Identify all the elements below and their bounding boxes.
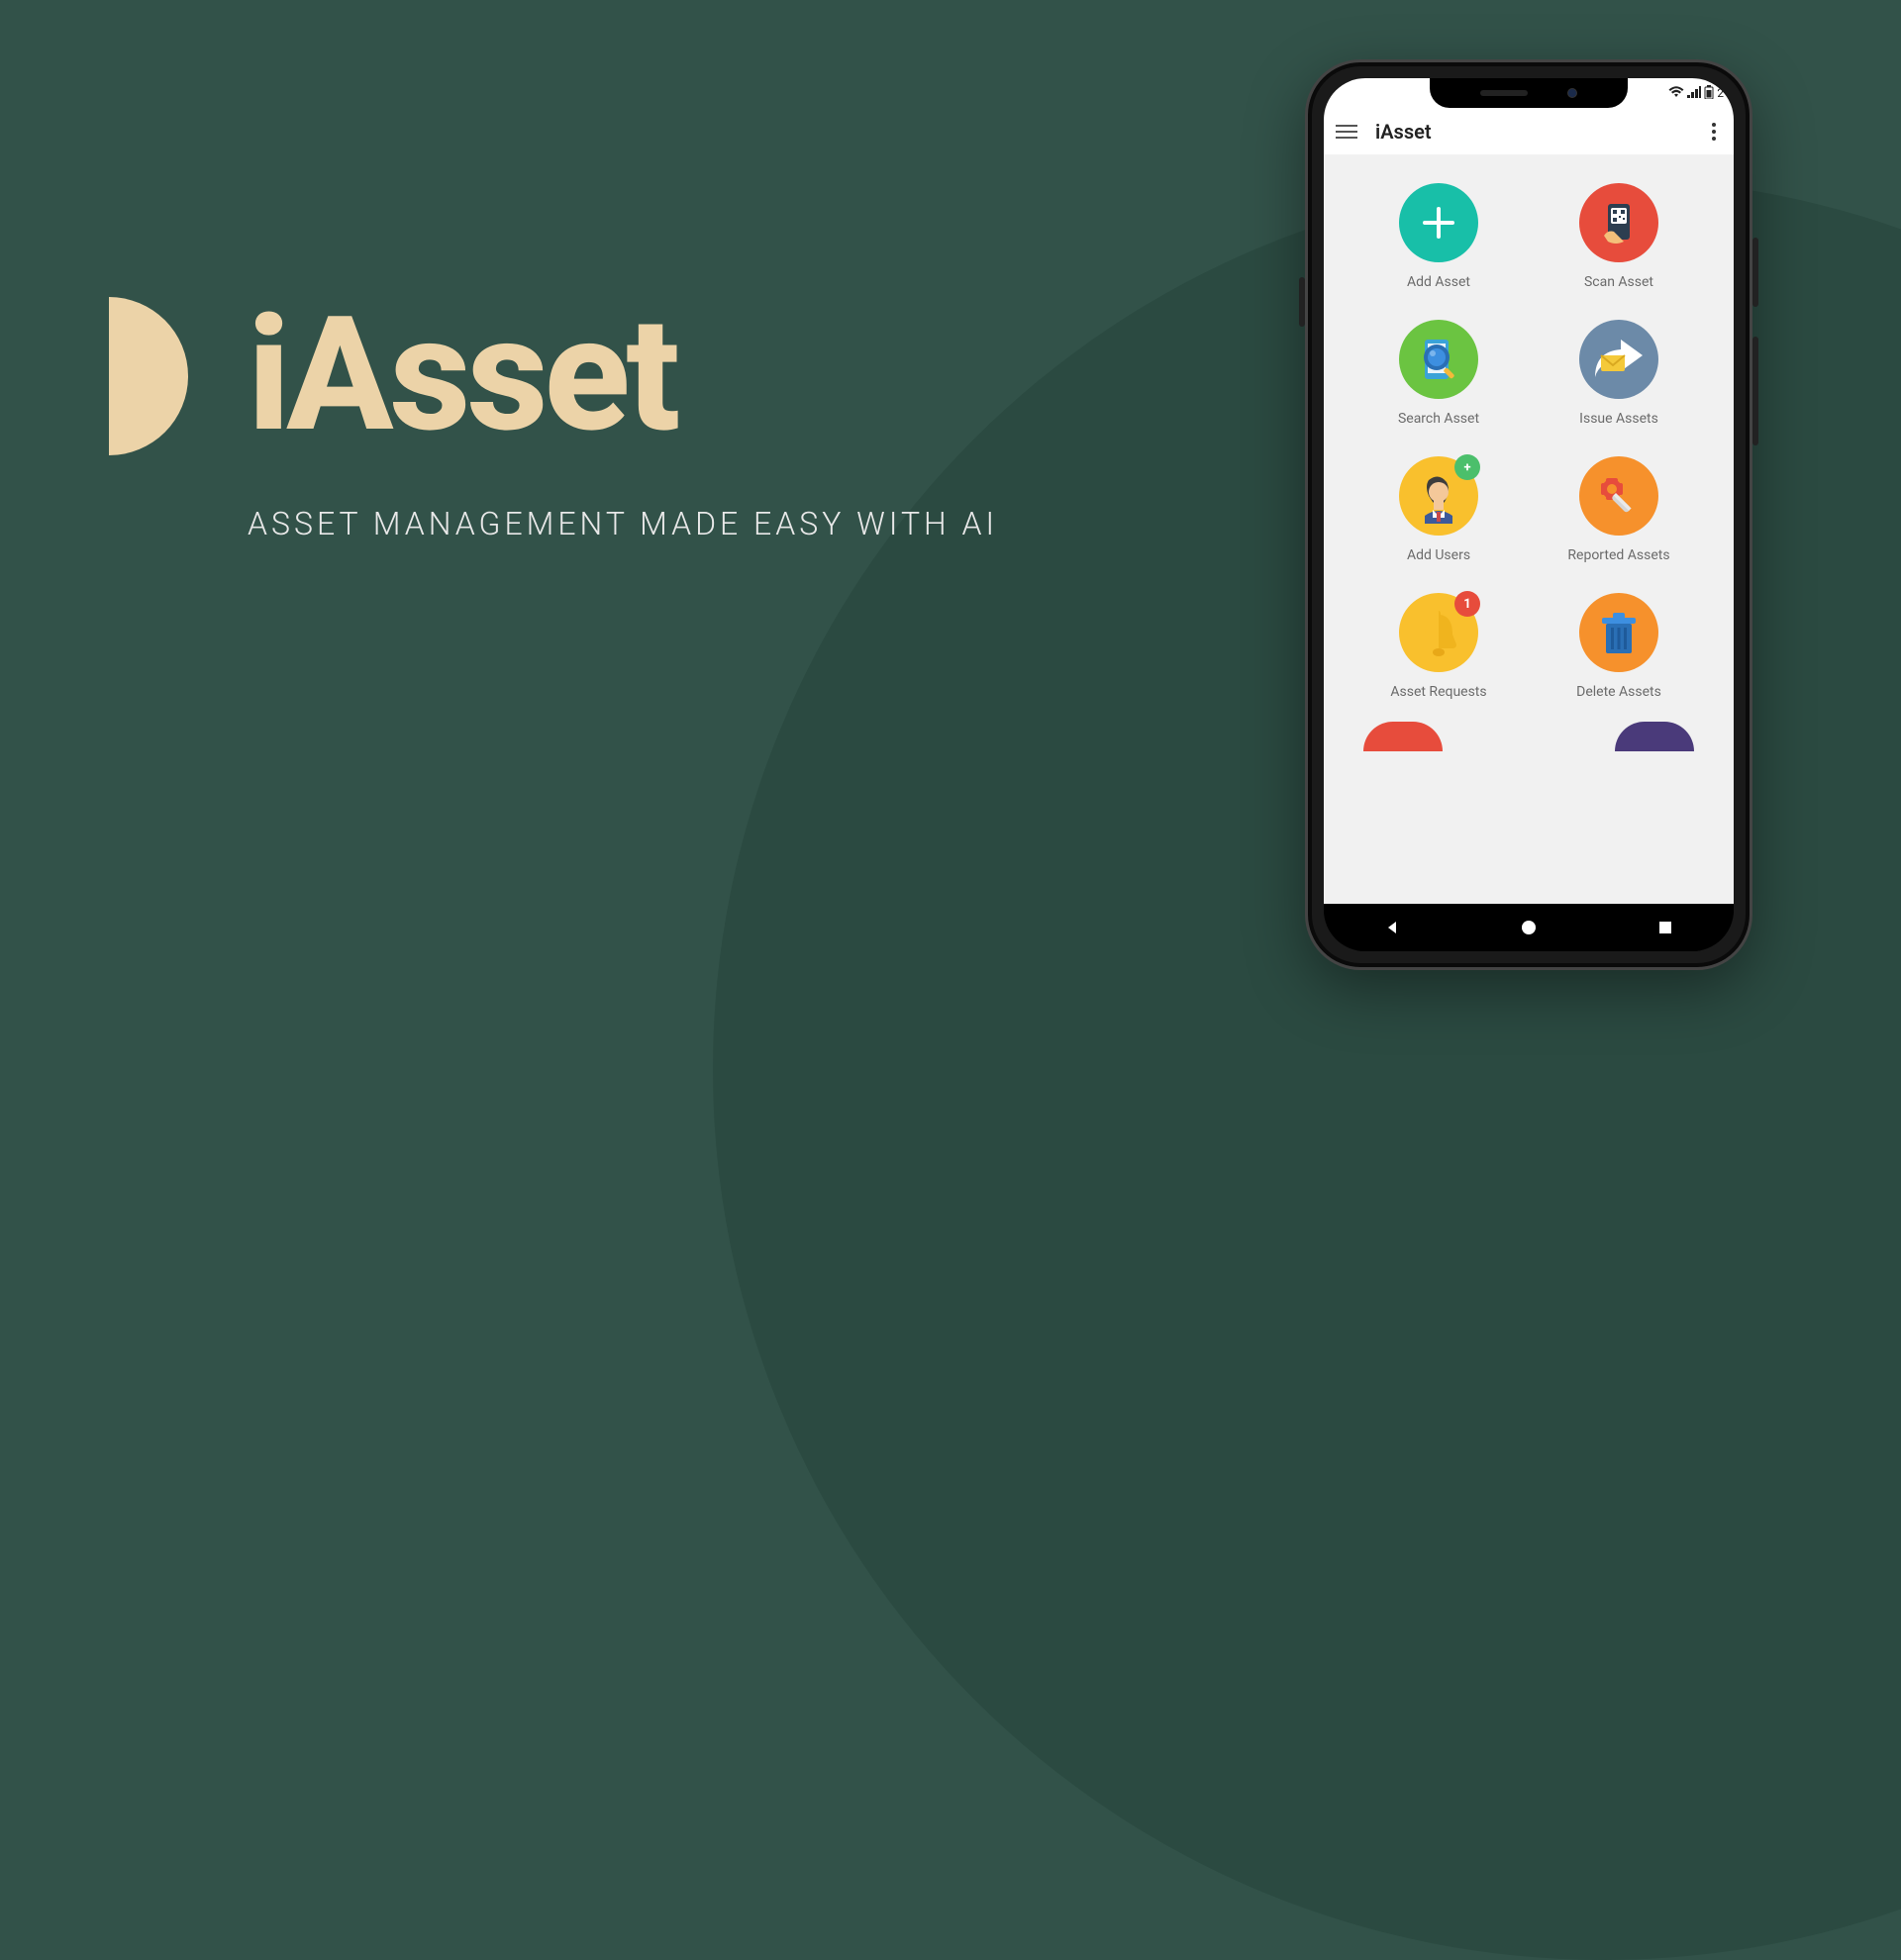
tile-add-users[interactable]: + Add Users — [1363, 456, 1514, 563]
phone-screen: 2 iAsset Add Asset Scan Asset Search Asset… — [1324, 78, 1734, 951]
logo-row: iAsset — [109, 297, 998, 455]
trash-icon — [1579, 593, 1658, 672]
phone-frame: 2 iAsset Add Asset Scan Asset Search Asset… — [1305, 59, 1752, 970]
partial-tile[interactable] — [1363, 722, 1443, 751]
android-nav-bar — [1324, 904, 1734, 951]
tile-label: Delete Assets — [1576, 684, 1661, 700]
tile-label: Issue Assets — [1579, 411, 1658, 427]
tile-label: Add Asset — [1407, 274, 1470, 290]
scan-icon — [1579, 183, 1658, 262]
badge: 1 — [1454, 591, 1480, 617]
tile-delete-assets[interactable]: Delete Assets — [1544, 593, 1694, 700]
brand-tagline: ASSET MANAGEMENT MADE EASY WITH AI — [248, 505, 998, 542]
nav-back-button[interactable] — [1382, 918, 1402, 937]
nav-recent-button[interactable] — [1655, 918, 1675, 937]
phone-side-button — [1752, 238, 1758, 307]
tile-scan-asset[interactable]: Scan Asset — [1544, 183, 1694, 290]
tile-asset-requests[interactable]: 1 Asset Requests — [1363, 593, 1514, 700]
phone-notch — [1430, 78, 1628, 108]
search-icon — [1399, 320, 1478, 399]
badge: + — [1454, 454, 1480, 480]
battery-icon — [1704, 85, 1714, 102]
signal-icon — [1687, 86, 1701, 101]
tile-grid: Add Asset Scan Asset Search Asset Issue Ass… — [1324, 155, 1734, 728]
tile-add-asset[interactable]: Add Asset — [1363, 183, 1514, 290]
plus-icon — [1399, 183, 1478, 262]
logo-half-circle-icon — [109, 297, 188, 455]
hamburger-menu-icon[interactable] — [1336, 121, 1357, 143]
phone-speaker — [1480, 90, 1528, 96]
phone-camera — [1567, 88, 1577, 98]
hero-section: iAsset ASSET MANAGEMENT MADE EASY WITH A… — [109, 297, 998, 542]
bell-icon: 1 — [1399, 593, 1478, 672]
status-time: 2 — [1717, 86, 1724, 100]
partial-tile-row — [1324, 722, 1734, 751]
phone-side-button — [1752, 337, 1758, 445]
wrench-icon — [1579, 456, 1658, 536]
partial-tile[interactable] — [1615, 722, 1694, 751]
app-title: iAsset — [1375, 120, 1688, 144]
tile-grid-area: Add Asset Scan Asset Search Asset Issue Ass… — [1324, 155, 1734, 904]
tile-label: Asset Requests — [1390, 684, 1486, 700]
tile-reported-assets[interactable]: Reported Assets — [1544, 456, 1694, 563]
more-options-icon[interactable] — [1706, 123, 1722, 141]
brand-name: iAsset — [248, 297, 676, 455]
tile-issue-assets[interactable]: Issue Assets — [1544, 320, 1694, 427]
status-icons: 2 — [1668, 85, 1724, 102]
user-add-icon: + — [1399, 456, 1478, 536]
tile-label: Scan Asset — [1584, 274, 1653, 290]
tile-label: Reported Assets — [1567, 547, 1669, 563]
nav-home-button[interactable] — [1519, 918, 1539, 937]
tile-search-asset[interactable]: Search Asset — [1363, 320, 1514, 427]
tile-label: Search Asset — [1398, 411, 1479, 427]
tile-label: Add Users — [1407, 547, 1470, 563]
wifi-icon — [1668, 86, 1684, 101]
phone-mockup: 2 iAsset Add Asset Scan Asset Search Asset… — [1305, 59, 1752, 970]
app-bar: iAsset — [1324, 108, 1734, 155]
send-mail-icon — [1579, 320, 1658, 399]
